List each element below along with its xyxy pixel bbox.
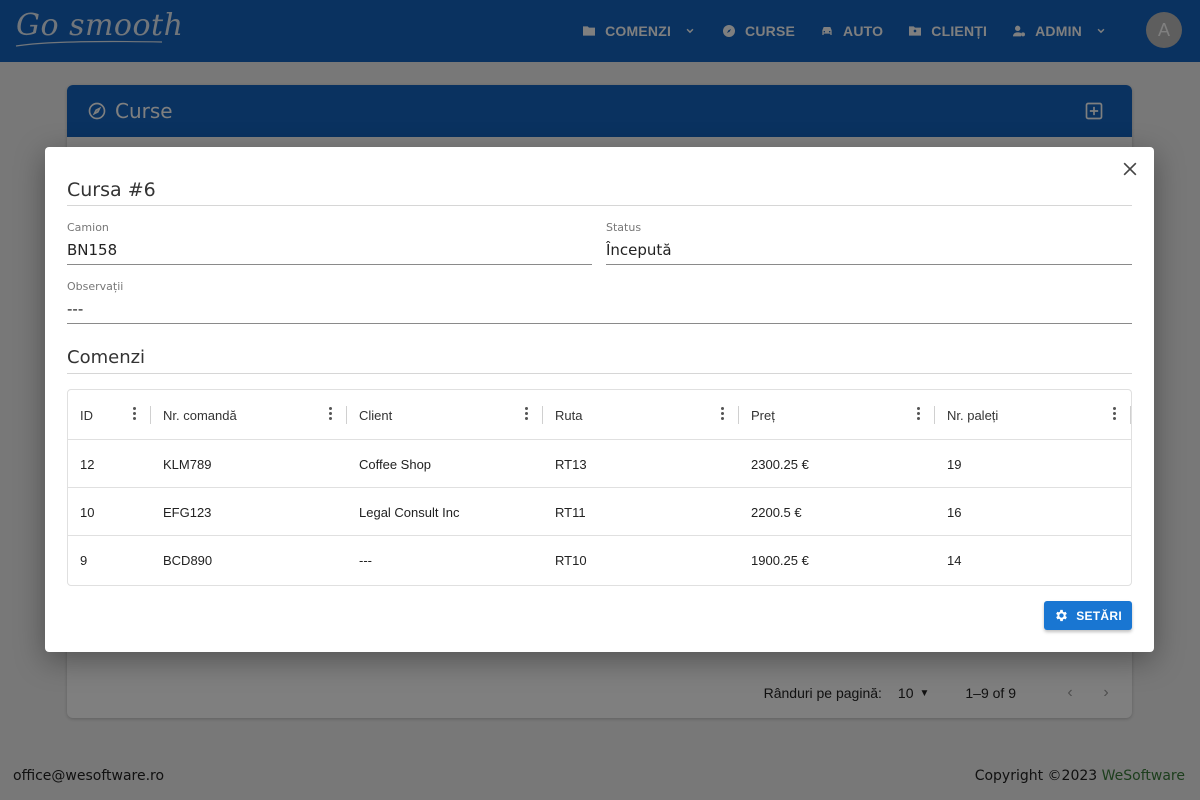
table-cell: 9 (80, 552, 88, 568)
divider (67, 373, 1132, 374)
table-row[interactable]: 10 EFG123 Legal Consult Inc RT11 2200.5 … (68, 488, 1131, 536)
truck-underline (67, 264, 592, 265)
table-header: ID Nr. comandă Client Ruta Preț Nr. pale… (68, 390, 1131, 440)
table-cell: RT10 (555, 552, 587, 568)
table-cell: 16 (947, 504, 962, 520)
orders-section-title: Comenzi (67, 347, 146, 368)
table-row[interactable]: 9 BCD890 --- RT10 1900.25 € 14 (68, 536, 1131, 584)
table-cell: --- (359, 552, 372, 568)
column-menu-icon[interactable] (1113, 407, 1117, 423)
column-menu-icon[interactable] (525, 407, 529, 423)
column-header-order-number[interactable]: Nr. comandă (151, 390, 347, 440)
table-row[interactable]: 12 KLM789 Coffee Shop RT13 2300.25 € 19 (68, 440, 1131, 488)
divider (67, 205, 1132, 206)
table-cell: 2300.25 € (751, 456, 809, 472)
table-cell: KLM789 (163, 456, 212, 472)
settings-button-label: SETĂRI (1076, 608, 1122, 623)
table-cell: RT13 (555, 456, 587, 472)
dialog-title: Cursa #6 (67, 179, 156, 201)
truck-field[interactable]: BN158 (67, 241, 117, 259)
settings-button[interactable]: SETĂRI (1044, 601, 1132, 630)
column-title: Nr. comandă (163, 407, 237, 423)
column-title: Nr. paleți (947, 407, 999, 423)
column-menu-icon[interactable] (721, 407, 725, 423)
column-menu-icon[interactable] (917, 407, 921, 423)
gear-icon (1056, 609, 1068, 622)
cursa-details-dialog: Cursa #6 Camion BN158 Status Începută Ob… (45, 147, 1154, 652)
table-cell: EFG123 (163, 504, 212, 520)
table-cell: 2200.5 € (751, 504, 802, 520)
column-header-id[interactable]: ID (68, 390, 151, 440)
notes-field[interactable]: --- (67, 300, 83, 318)
notes-label: Observații (67, 280, 124, 293)
table-cell: 1900.25 € (751, 552, 809, 568)
column-header-price[interactable]: Preț (739, 390, 935, 440)
column-header-client[interactable]: Client (347, 390, 543, 440)
column-menu-icon[interactable] (133, 407, 137, 423)
close-icon (1123, 162, 1137, 176)
table-cell: BCD890 (163, 552, 213, 568)
orders-table: ID Nr. comandă Client Ruta Preț Nr. pale… (67, 389, 1132, 586)
status-label: Status (606, 221, 642, 234)
truck-label: Camion (67, 221, 109, 234)
status-field[interactable]: Începută (606, 241, 672, 259)
close-button[interactable] (1120, 159, 1140, 179)
column-title: Client (359, 407, 393, 423)
column-header-pallets[interactable]: Nr. paleți (935, 390, 1131, 440)
column-menu-icon[interactable] (329, 407, 333, 423)
column-title: Ruta (555, 407, 583, 423)
table-cell: Coffee Shop (359, 456, 432, 472)
notes-underline (67, 323, 1132, 324)
column-header-route[interactable]: Ruta (543, 390, 739, 440)
column-title: Preț (751, 407, 775, 423)
table-cell: Legal Consult Inc (359, 504, 460, 520)
table-cell: RT11 (555, 504, 586, 520)
column-title: ID (80, 407, 93, 423)
status-underline (606, 264, 1132, 265)
table-cell: 19 (947, 456, 962, 472)
table-cell: 14 (947, 552, 962, 568)
table-cell: 10 (80, 504, 95, 520)
table-cell: 12 (80, 456, 95, 472)
